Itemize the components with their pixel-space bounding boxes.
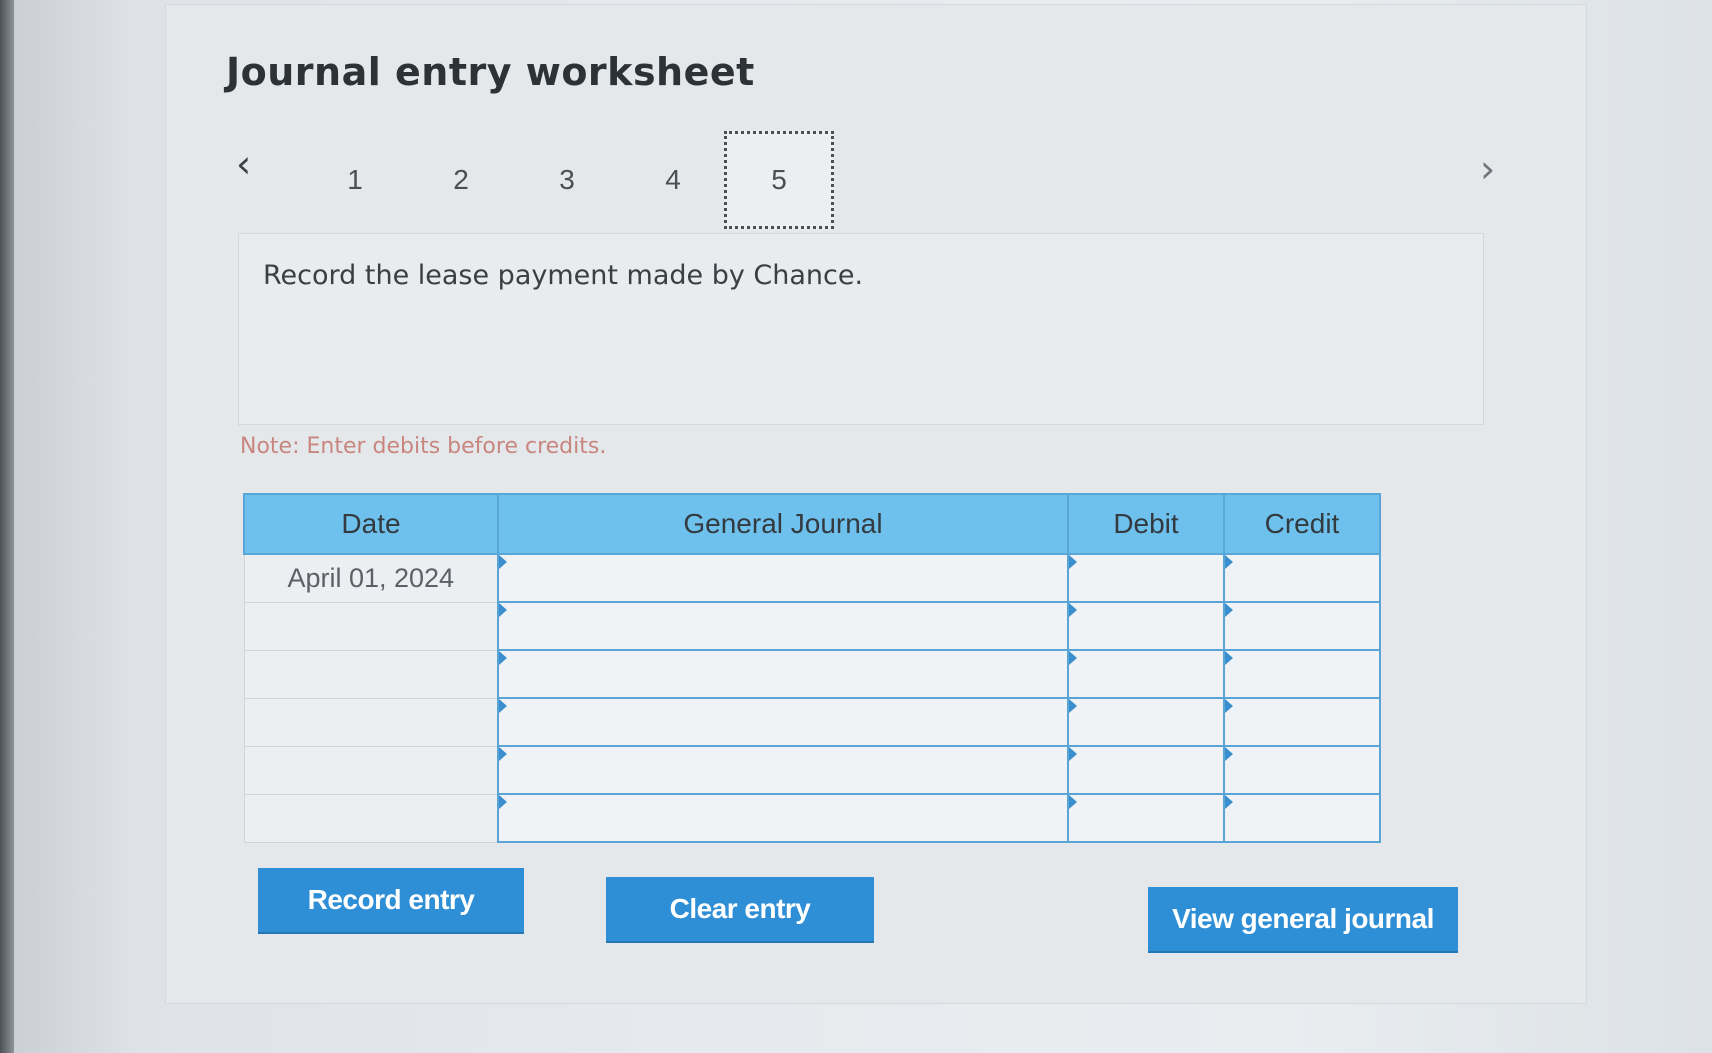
debit-input[interactable]	[1069, 555, 1223, 601]
account-input[interactable]	[499, 651, 1067, 697]
monitor-bezel	[0, 0, 14, 1053]
credit-input[interactable]	[1225, 699, 1379, 745]
account-input[interactable]	[499, 699, 1067, 745]
credit-cell[interactable]	[1223, 649, 1381, 699]
date-cell	[243, 649, 499, 699]
view-general-journal-button[interactable]: View general journal	[1148, 887, 1458, 951]
credit-cell[interactable]	[1223, 553, 1381, 603]
credit-cell[interactable]	[1223, 601, 1381, 651]
debit-input[interactable]	[1069, 747, 1223, 793]
credit-input[interactable]	[1225, 555, 1379, 601]
column-header-date: Date	[243, 493, 499, 555]
account-cell[interactable]	[497, 649, 1069, 699]
credit-cell[interactable]	[1223, 793, 1381, 843]
tab-step-1[interactable]: 1	[300, 131, 410, 229]
chevron-left-icon[interactable]: ‹	[236, 145, 251, 183]
question-text: Record the lease payment made by Chance.	[263, 260, 864, 291]
date-cell	[243, 601, 499, 651]
table-row	[243, 745, 1381, 795]
account-cell[interactable]	[497, 553, 1069, 603]
entry-note: Note: Enter debits before credits.	[240, 434, 607, 459]
account-input[interactable]	[499, 747, 1067, 793]
account-cell[interactable]	[497, 793, 1069, 843]
debit-cell[interactable]	[1067, 697, 1225, 747]
question-box: Record the lease payment made by Chance.	[238, 233, 1484, 425]
journal-table: Date General Journal Debit Credit April …	[243, 493, 1381, 843]
page-title: Journal entry worksheet	[226, 50, 755, 94]
table-header-row: Date General Journal Debit Credit	[243, 493, 1381, 555]
debit-input[interactable]	[1069, 651, 1223, 697]
account-cell[interactable]	[497, 601, 1069, 651]
debit-cell[interactable]	[1067, 745, 1225, 795]
record-entry-button[interactable]: Record entry	[258, 868, 524, 932]
tab-step-3[interactable]: 3	[512, 131, 622, 229]
debit-cell[interactable]	[1067, 793, 1225, 843]
date-cell	[243, 697, 499, 747]
credit-input[interactable]	[1225, 651, 1379, 697]
account-input[interactable]	[499, 795, 1067, 841]
table-row	[243, 649, 1381, 699]
clear-entry-button[interactable]: Clear entry	[606, 877, 874, 941]
debit-cell[interactable]	[1067, 553, 1225, 603]
column-header-general-journal: General Journal	[497, 493, 1069, 555]
table-row	[243, 697, 1381, 747]
tab-step-2[interactable]: 2	[406, 131, 516, 229]
credit-input[interactable]	[1225, 795, 1379, 841]
table-row	[243, 601, 1381, 651]
credit-input[interactable]	[1225, 747, 1379, 793]
credit-cell[interactable]	[1223, 745, 1381, 795]
date-cell: April 01, 2024	[243, 553, 499, 603]
account-cell[interactable]	[497, 745, 1069, 795]
account-input[interactable]	[499, 555, 1067, 601]
debit-input[interactable]	[1069, 603, 1223, 649]
column-header-credit: Credit	[1223, 493, 1381, 555]
date-cell	[243, 745, 499, 795]
debit-cell[interactable]	[1067, 601, 1225, 651]
credit-cell[interactable]	[1223, 697, 1381, 747]
chevron-right-icon[interactable]: ›	[1480, 150, 1495, 188]
debit-input[interactable]	[1069, 795, 1223, 841]
tab-step-4[interactable]: 4	[618, 131, 728, 229]
column-header-debit: Debit	[1067, 493, 1225, 555]
debit-cell[interactable]	[1067, 649, 1225, 699]
tab-step-5[interactable]: 5	[724, 131, 834, 229]
account-cell[interactable]	[497, 697, 1069, 747]
date-cell	[243, 793, 499, 843]
table-row	[243, 793, 1381, 843]
debit-input[interactable]	[1069, 699, 1223, 745]
table-row: April 01, 2024	[243, 553, 1381, 603]
account-input[interactable]	[499, 603, 1067, 649]
credit-input[interactable]	[1225, 603, 1379, 649]
